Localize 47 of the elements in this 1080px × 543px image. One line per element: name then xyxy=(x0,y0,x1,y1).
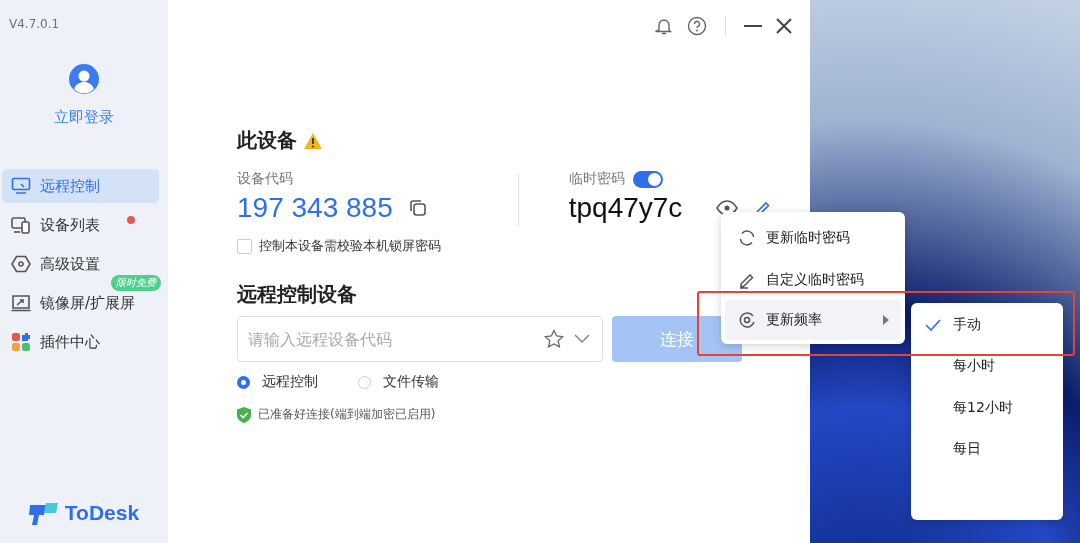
menu-item[interactable]: 每小时 xyxy=(911,345,1063,387)
temp-password-label: 临时密码 xyxy=(568,170,625,188)
bell-icon[interactable] xyxy=(655,17,673,35)
sidebar-item[interactable]: 设备列表 xyxy=(2,208,159,242)
section-title: 此设备 xyxy=(237,127,297,154)
radio-button[interactable] xyxy=(237,375,250,389)
screen-share-icon xyxy=(11,293,31,313)
copy-icon[interactable] xyxy=(408,199,427,217)
minimize-icon[interactable] xyxy=(744,24,762,28)
shield-check-icon xyxy=(237,406,251,423)
checkbox-label: 控制本设备需校验本机锁屏密码 xyxy=(259,237,441,255)
radio-label: 远程控制 xyxy=(262,373,318,391)
pencil-icon xyxy=(738,271,756,289)
menu-item[interactable]: 自定义临时密码 xyxy=(725,270,901,290)
menu-item[interactable]: 手动 xyxy=(911,304,1063,346)
radio-label: 文件传输 xyxy=(383,373,439,391)
device-code-label: 设备代码 xyxy=(237,170,294,188)
logo-icon xyxy=(28,501,59,525)
monitor-icon xyxy=(11,176,31,196)
login-link[interactable]: 立即登录 xyxy=(54,108,114,127)
menu-item[interactable]: 每12小时 xyxy=(911,387,1063,429)
chevron-down-icon[interactable] xyxy=(574,334,590,344)
promo-tag: 限时免费 xyxy=(111,275,161,291)
device-code-input[interactable]: 请输入远程设备代码 xyxy=(246,328,534,350)
temp-password: tpq47y7c xyxy=(568,192,683,224)
section-title: 远程控制设备 xyxy=(237,281,357,308)
checkbox[interactable] xyxy=(237,238,252,254)
close-icon[interactable] xyxy=(776,18,792,34)
star-icon[interactable] xyxy=(544,329,564,349)
plugins-icon xyxy=(11,332,31,352)
devices-icon xyxy=(11,215,31,235)
brand-name: ToDesk xyxy=(64,501,140,525)
cycle-icon xyxy=(738,311,756,329)
version-label: V4.7.0.1 xyxy=(9,17,60,31)
settings-icon xyxy=(11,254,31,274)
sidebar-item[interactable]: 远程控制 xyxy=(2,169,159,203)
menu-item[interactable]: 每日 xyxy=(911,428,1063,470)
device-code-field[interactable]: 请输入远程设备代码 xyxy=(237,316,603,362)
refresh-icon xyxy=(738,229,756,247)
menu-item[interactable]: 更新临时密码 xyxy=(725,228,901,248)
sidebar-item[interactable]: 插件中心 xyxy=(2,325,159,359)
status-text: 已准备好连接(端到端加密已启用) xyxy=(258,406,436,423)
avatar-icon[interactable] xyxy=(69,64,99,94)
menu-item[interactable]: 更新频率 xyxy=(725,300,901,340)
device-code: 197 343 885 xyxy=(237,192,393,224)
help-icon[interactable] xyxy=(687,16,707,36)
password-toggle[interactable] xyxy=(632,170,663,188)
